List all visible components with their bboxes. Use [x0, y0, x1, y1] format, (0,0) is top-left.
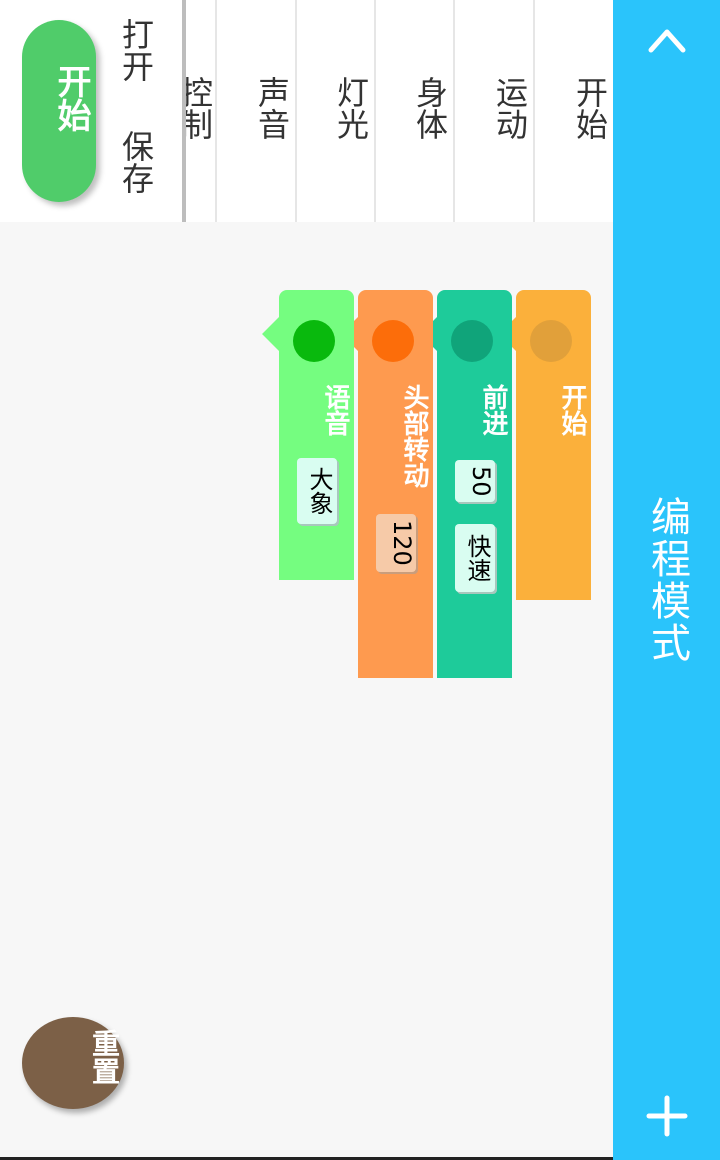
page-title: 编程模式: [644, 496, 690, 664]
category-label: 灯光: [332, 76, 370, 140]
category-sound[interactable]: 声音: [215, 0, 295, 222]
chevron-up-icon[interactable]: [645, 20, 689, 64]
open-button[interactable]: 打开: [106, 18, 166, 88]
reset-button[interactable]: 重置: [22, 1017, 124, 1109]
block-dot: [372, 320, 414, 362]
category-label: 身体: [411, 76, 449, 140]
block-label: 前进: [478, 384, 508, 436]
sound-select[interactable]: 大象: [297, 458, 337, 524]
category-control[interactable]: 控制: [186, 0, 214, 222]
start-button-label: 开始: [51, 64, 91, 132]
category-label: 控制: [186, 76, 214, 140]
save-button[interactable]: 保存: [106, 130, 166, 200]
block-start[interactable]: 开始: [499, 290, 591, 600]
angle-input[interactable]: 120: [376, 514, 416, 572]
scrollbar[interactable]: [182, 0, 186, 222]
block-label: 开始: [557, 384, 587, 436]
block-voice[interactable]: 语音 大象: [262, 290, 354, 580]
speed-select[interactable]: 快速: [455, 524, 495, 592]
block-dot: [293, 320, 335, 362]
block-dot: [530, 320, 572, 362]
start-button[interactable]: 开始: [22, 20, 96, 202]
category-motion[interactable]: 运动: [453, 0, 533, 222]
block-forward[interactable]: 前进 50 快速: [420, 290, 512, 678]
save-label: 保存: [117, 130, 155, 194]
category-start[interactable]: 开始: [533, 0, 613, 222]
category-label: 开始: [571, 76, 609, 140]
category-label: 声音: [253, 76, 291, 140]
reset-button-label: 重置: [88, 1029, 121, 1085]
block-connector: [262, 317, 296, 351]
distance-input[interactable]: 50: [455, 460, 495, 502]
category-body[interactable]: 身体: [374, 0, 453, 222]
plus-icon[interactable]: [645, 1094, 689, 1138]
block-dot: [451, 320, 493, 362]
block-head-turn[interactable]: 头部转动 120: [341, 290, 433, 678]
category-light[interactable]: 灯光: [295, 0, 374, 222]
block-label: 语音: [320, 384, 350, 436]
block-label: 头部转动: [399, 384, 429, 488]
category-label: 运动: [491, 76, 529, 140]
header-bar: 编程模式: [613, 0, 720, 1160]
open-label: 打开: [117, 18, 155, 82]
